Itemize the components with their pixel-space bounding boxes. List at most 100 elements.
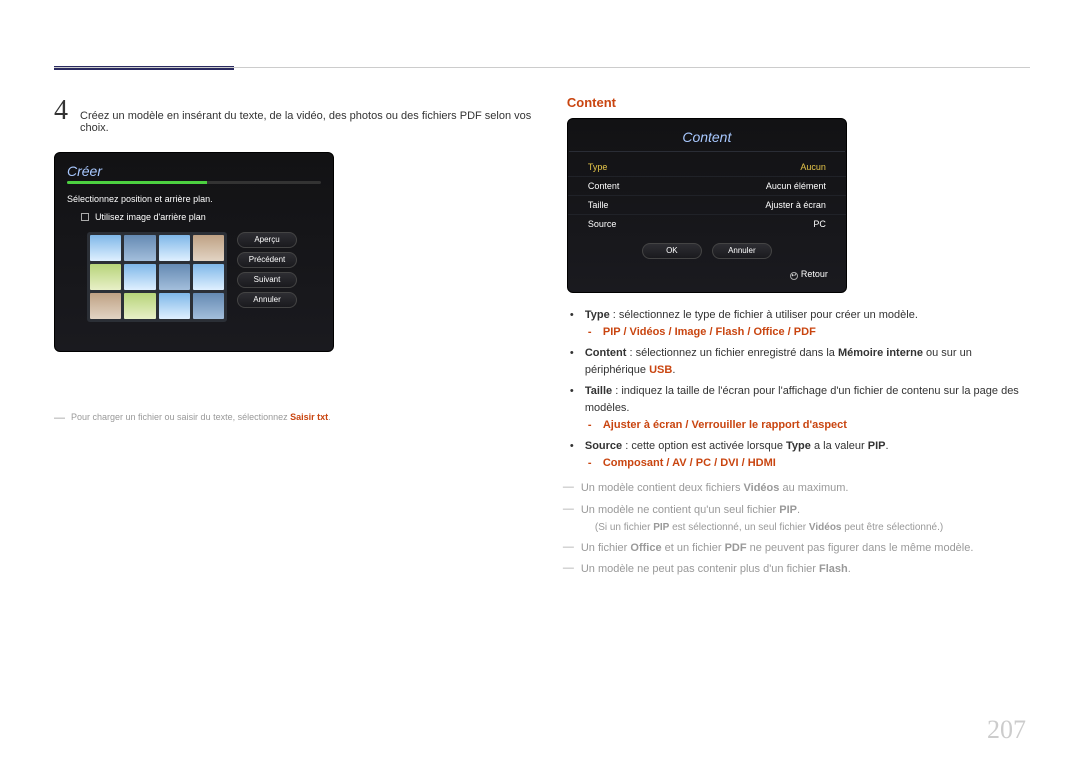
b: PIP — [779, 504, 797, 516]
note-1: Un modèle contient deux fichiers Vidéos … — [567, 480, 1030, 498]
b: PIP — [653, 522, 669, 533]
header-rule — [54, 67, 1030, 68]
retour-hint: ↩Retour — [568, 259, 846, 280]
creer-footnote: ― Pour charger un fichier ou saisir du t… — [54, 412, 537, 424]
row-label: Type — [588, 162, 608, 172]
content-rows: Type Aucun Content Aucun élément Taille … — [568, 152, 846, 239]
b: Vidéos — [809, 522, 842, 533]
t: ne peuvent pas figurer dans le même modè… — [747, 542, 974, 554]
content-panel-title: Content — [569, 129, 845, 152]
thumb[interactable] — [124, 235, 155, 261]
row-value: Ajuster à écran — [765, 200, 826, 210]
t: : sélectionnez un fichier enregistré dan… — [626, 347, 838, 359]
pip: PIP — [868, 440, 886, 452]
step-row: 4 Créez un modèle en insérant du texte, … — [54, 95, 537, 134]
t: (Si un fichier — [595, 522, 653, 533]
creer-body: Aperçu Précédent Suivant Annuler — [67, 232, 321, 322]
text: : indiquez la taille de l'écran pour l'a… — [585, 385, 1019, 414]
sub-type-options: PIP / Vidéos / Image / Flash / Office / … — [585, 324, 1030, 341]
apercu-button[interactable]: Aperçu — [237, 232, 297, 248]
note-4: Un modèle ne peut pas contenir plus d'un… — [567, 561, 1030, 579]
row-type[interactable]: Type Aucun — [568, 158, 846, 177]
footnote-suffix: . — [328, 412, 331, 422]
usb: USB — [649, 364, 672, 376]
row-value: PC — [813, 219, 826, 229]
thumb[interactable] — [124, 293, 155, 319]
bg-checkbox-row[interactable]: Utilisez image d'arrière plan — [81, 212, 321, 222]
creer-button-stack: Aperçu Précédent Suivant Annuler — [237, 232, 297, 322]
row-content[interactable]: Content Aucun élément — [568, 177, 846, 196]
suivant-button[interactable]: Suivant — [237, 272, 297, 288]
t: est sélectionné, un seul fichier — [669, 522, 809, 533]
bullet-content: Content : sélectionnez un fichier enregi… — [567, 345, 1030, 379]
annuler-button[interactable]: Annuler — [237, 292, 297, 308]
bullet-type: Type : sélectionnez le type de fichier à… — [567, 307, 1030, 341]
creer-panel: Créer Sélectionnez position et arrière p… — [54, 152, 334, 352]
row-label: Content — [588, 181, 620, 191]
text: : sélectionnez le type de fichier à util… — [610, 309, 918, 321]
note-3: Un fichier Office et un fichier PDF ne p… — [567, 540, 1030, 558]
row-value: Aucun — [800, 162, 826, 172]
t: au maximum. — [779, 482, 848, 494]
t: . — [886, 440, 889, 452]
t: Un modèle ne contient qu'un seul fichier — [581, 504, 779, 516]
thumb[interactable] — [193, 235, 224, 261]
t: Un modèle contient deux fichiers — [581, 482, 744, 494]
note-2-sub: (Si un fichier PIP est sélectionné, un s… — [581, 520, 1030, 536]
bold: Type — [585, 309, 610, 321]
precedent-button[interactable]: Précédent — [237, 252, 297, 268]
thumb[interactable] — [90, 235, 121, 261]
mem: Mémoire interne — [838, 347, 923, 359]
right-column: Content Content Type Aucun Content Aucun… — [567, 95, 1030, 583]
bold: Source — [585, 440, 622, 452]
b: Flash — [819, 563, 848, 575]
footnote-text: Pour charger un fichier ou saisir du tex… — [71, 412, 331, 424]
t: : cette option est activée lorsque — [622, 440, 786, 452]
thumb[interactable] — [90, 264, 121, 290]
progress-bar — [67, 181, 321, 184]
content-panel-buttons: OK Annuler — [568, 243, 846, 259]
row-taille[interactable]: Taille Ajuster à écran — [568, 196, 846, 215]
content-heading: Content — [567, 95, 1030, 110]
row-source[interactable]: Source PC — [568, 215, 846, 233]
t: peut être sélectionné.) — [841, 522, 943, 533]
content-bullets: Type : sélectionnez le type de fichier à… — [567, 307, 1030, 472]
thumbnail-grid[interactable] — [87, 232, 227, 322]
bold: Content — [585, 347, 627, 359]
progress-fill — [67, 181, 207, 184]
sub-taille-options: Ajuster à écran / Verrouiller le rapport… — [585, 417, 1030, 434]
left-column: 4 Créez un modèle en insérant du texte, … — [54, 95, 537, 583]
thumb[interactable] — [159, 235, 190, 261]
sub-source-options: Composant / AV / PC / DVI / HDMI — [585, 455, 1030, 472]
step-text: Créez un modèle en insérant du texte, de… — [80, 110, 537, 134]
thumb[interactable] — [124, 264, 155, 290]
thumb[interactable] — [193, 293, 224, 319]
t: a la valeur — [811, 440, 868, 452]
row-value: Aucun élément — [766, 181, 826, 191]
footnote-accent: Saisir txt — [290, 412, 328, 422]
b: Vidéos — [744, 482, 780, 494]
content-notes: Un modèle contient deux fichiers Vidéos … — [567, 480, 1030, 578]
checkbox-icon — [81, 213, 89, 221]
note-2: Un modèle ne contient qu'un seul fichier… — [567, 502, 1030, 536]
bg-checkbox-label: Utilisez image d'arrière plan — [95, 212, 206, 222]
t: . — [672, 364, 675, 376]
thumb[interactable] — [193, 264, 224, 290]
row-label: Taille — [588, 200, 609, 210]
type: Type — [786, 440, 811, 452]
bold: Taille — [585, 385, 612, 397]
page-number: 207 — [987, 715, 1026, 745]
footnote-prefix: Pour charger un fichier ou saisir du tex… — [71, 412, 290, 422]
b: PDF — [725, 542, 747, 554]
annuler-button[interactable]: Annuler — [712, 243, 772, 259]
step-number: 4 — [54, 95, 68, 127]
thumb[interactable] — [159, 293, 190, 319]
thumb[interactable] — [90, 293, 121, 319]
t: . — [848, 563, 851, 575]
bullet-source: Source : cette option est activée lorsqu… — [567, 438, 1030, 472]
row-label: Source — [588, 219, 617, 229]
t: . — [797, 504, 800, 516]
t: et un fichier — [662, 542, 725, 554]
thumb[interactable] — [159, 264, 190, 290]
ok-button[interactable]: OK — [642, 243, 702, 259]
